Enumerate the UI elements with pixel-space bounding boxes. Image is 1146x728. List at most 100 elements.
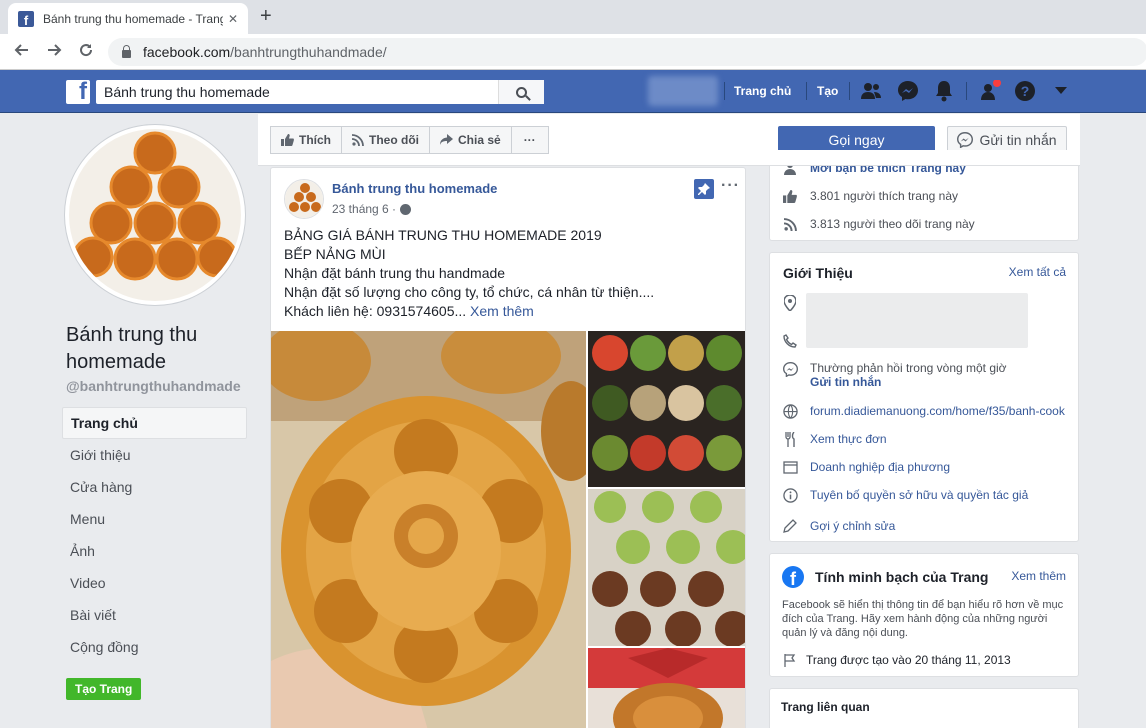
post-date-link[interactable]: 23 tháng 6 · [332, 202, 396, 216]
send-message-label: Gửi tin nhắn [979, 132, 1057, 148]
category-row: Doanh nghiệp địa phương [782, 459, 950, 475]
new-tab-button[interactable]: + [260, 5, 272, 28]
website-link[interactable]: forum.diadiemanuong.com/home/f35/banh-co… [810, 404, 1065, 418]
messenger-icon[interactable] [897, 80, 919, 102]
share-label: Chia sẻ [458, 133, 501, 147]
back-arrow-icon[interactable] [13, 41, 31, 64]
about-send-message-link[interactable]: Gửi tin nhắn [810, 375, 881, 389]
about-see-all-link[interactable]: Xem tất cả [1009, 265, 1066, 279]
flag-icon [782, 652, 798, 668]
post-meta: 23 tháng 6 · [332, 202, 412, 216]
page-side-nav: Trang chủ Giới thiệu Cửa hàng Menu Ảnh V… [62, 407, 247, 663]
created-date-row: Trang được tạo vào 20 tháng 11, 2013 [782, 652, 1011, 668]
page-name[interactable]: Bánh trung thu homemade [66, 322, 266, 376]
profile-link-blurred[interactable] [648, 76, 718, 106]
reload-icon[interactable] [77, 41, 95, 64]
suggest-edit-link[interactable]: Gợi ý chỉnh sửa [810, 519, 895, 533]
public-globe-icon [400, 203, 412, 215]
close-tab-icon[interactable]: ✕ [228, 12, 238, 26]
share-page-button[interactable]: Chia sẻ [430, 126, 512, 154]
create-page-button[interactable]: Tạo Trang [66, 678, 142, 700]
friend-requests-icon[interactable] [860, 80, 882, 102]
info-icon [782, 487, 798, 503]
search-button[interactable] [498, 80, 544, 104]
phone-icon [782, 333, 798, 349]
nav-create-link[interactable]: Tạo [817, 84, 838, 98]
globe-icon [782, 403, 798, 419]
website-row: forum.diadiemanuong.com/home/f35/banh-co… [782, 403, 1065, 419]
rss-follow-icon [352, 134, 364, 146]
page-profile-picture[interactable] [65, 125, 245, 305]
redacted-address-phone [806, 293, 1028, 348]
search-input[interactable] [96, 81, 496, 103]
sidebar-item-about[interactable]: Giới thiệu [62, 439, 247, 471]
post-author-link[interactable]: Bánh trung thu homemade [332, 181, 497, 196]
more-actions-button[interactable]: ··· [511, 126, 549, 154]
account-menu-caret-icon[interactable] [1050, 80, 1072, 102]
post-options-icon[interactable]: ··· [721, 177, 740, 195]
related-pages-card: Trang liên quan [769, 688, 1079, 728]
sidebar-item-menu[interactable]: Menu [62, 503, 247, 535]
post-line: Khách liên hệ: 0931574605... Xem thêm [284, 303, 534, 319]
like-page-button[interactable]: Thích [270, 126, 342, 154]
tab-title: Bánh trung thu homemade - Trang [43, 11, 223, 26]
sidebar-item-community[interactable]: Cộng đồng [62, 631, 247, 663]
svg-text:?: ? [1021, 83, 1030, 99]
browser-tab[interactable]: f Bánh trung thu homemade - Trang ✕ [8, 3, 248, 34]
page-created-date: Trang được tạo vào 20 tháng 11, 2013 [806, 653, 1011, 667]
thumbs-up-icon [782, 188, 798, 204]
follow-label: Theo dõi [369, 133, 419, 147]
about-card: Giới Thiệu Xem tất cả Thường phản hồi tr… [769, 252, 1079, 542]
sidebar-item-videos[interactable]: Video [62, 567, 247, 599]
post-photo-green-cakes[interactable] [588, 489, 745, 646]
post-author-avatar[interactable] [284, 179, 324, 219]
likes-row: 3.801 người thích trang này [782, 188, 958, 204]
about-title: Giới Thiệu [783, 265, 853, 281]
facebook-logo-icon[interactable]: f [66, 80, 90, 104]
sidebar-item-home[interactable]: Trang chủ [62, 407, 247, 439]
notifications-bell-icon[interactable] [933, 80, 955, 102]
pinned-post-icon [694, 179, 714, 199]
post-line: BẾP NẢNG MÙI [284, 246, 386, 262]
follow-page-button[interactable]: Theo dõi [342, 126, 430, 154]
action-bar-overlay [769, 150, 1079, 166]
facebook-header: f Trang chủ Tạo ? [0, 70, 1146, 113]
post-photo-jelly-cakes[interactable] [588, 331, 745, 487]
header-divider [966, 82, 967, 100]
url-host: facebook.com [143, 44, 231, 60]
see-more-link[interactable]: Xem thêm [470, 303, 534, 319]
url-input[interactable]: facebook.com /banhtrungthuhandmade/ [108, 38, 1146, 66]
transparency-title: Tính minh bạch của Trang [815, 569, 989, 585]
facebook-favicon-icon: f [18, 10, 34, 27]
page-username[interactable]: @banhtrungthuhandmade [66, 378, 241, 394]
menu-row: Xem thực đơn [782, 431, 887, 447]
location-pin-icon [782, 295, 798, 311]
post-photo-gift-box[interactable] [588, 648, 745, 728]
followers-row: 3.813 người theo dõi trang này [782, 216, 975, 232]
forward-arrow-icon[interactable] [45, 41, 63, 64]
ip-statement-link[interactable]: Tuyên bố quyền sở hữu và quyền tác giả [810, 488, 1028, 502]
suggest-edit-row: Gợi ý chỉnh sửa [782, 518, 895, 534]
nav-home-link[interactable]: Trang chủ [734, 84, 791, 98]
page-manager-icon[interactable] [979, 80, 1001, 102]
ip-row: Tuyên bố quyền sở hữu và quyền tác giả [782, 487, 1028, 503]
sidebar-item-shop[interactable]: Cửa hàng [62, 471, 247, 503]
pencil-icon [782, 518, 798, 534]
header-divider [724, 82, 725, 100]
post-photo-mooncake[interactable] [271, 331, 586, 728]
browser-tab-bar: f Bánh trung thu homemade - Trang ✕ + [0, 0, 1146, 34]
thumbs-up-icon [281, 134, 294, 146]
response-time-text: Thường phản hồi trong vòng một giờ [810, 361, 1007, 375]
search-box [96, 80, 544, 104]
fork-knife-icon [782, 431, 798, 447]
transparency-see-more-link[interactable]: Xem thêm [1011, 569, 1066, 583]
followers-count: 3.813 người theo dõi trang này [810, 217, 975, 231]
facebook-circle-icon: f [782, 566, 804, 588]
response-time-row: Thường phản hồi trong vòng một giờ Gửi t… [782, 361, 1007, 389]
category-link[interactable]: Doanh nghiệp địa phương [810, 460, 950, 474]
help-icon[interactable]: ? [1014, 80, 1036, 102]
sidebar-item-posts[interactable]: Bài viết [62, 599, 247, 631]
sidebar-item-photos[interactable]: Ảnh [62, 535, 247, 567]
header-divider [849, 82, 850, 100]
view-menu-link[interactable]: Xem thực đơn [810, 432, 887, 446]
